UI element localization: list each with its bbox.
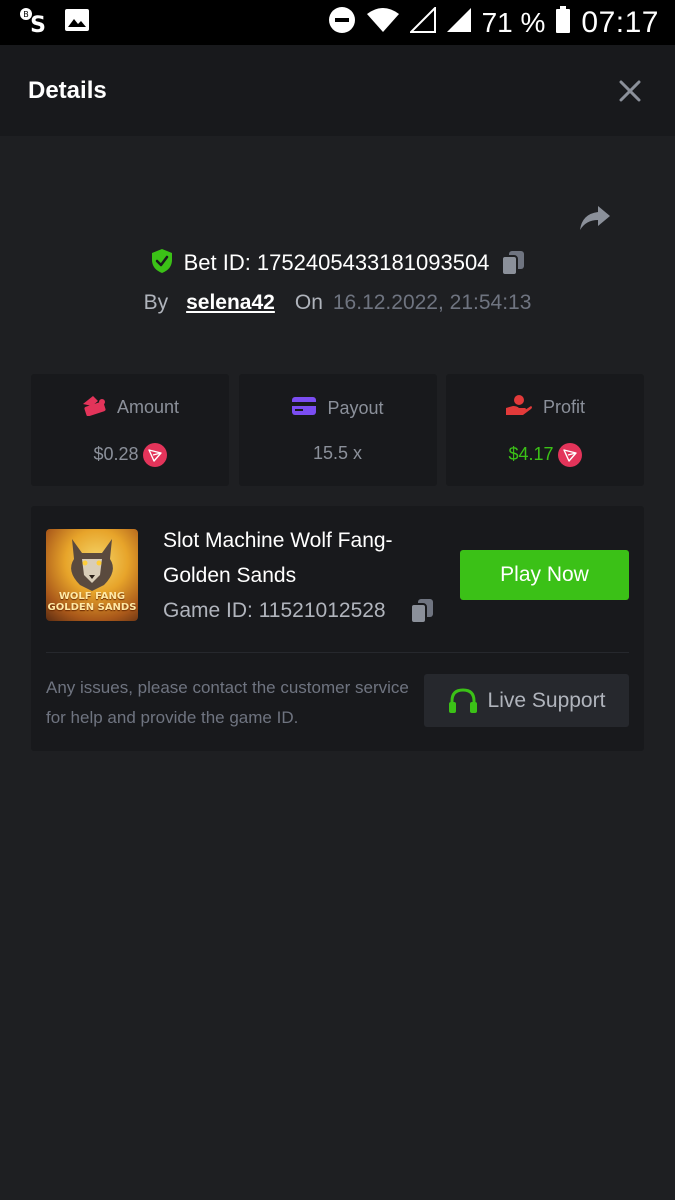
on-label: On <box>294 291 323 314</box>
signal-icon <box>446 7 472 38</box>
live-support-button[interactable]: Live Support <box>424 674 629 727</box>
image-icon <box>64 8 90 37</box>
svg-text:S: S <box>30 13 46 34</box>
user-link[interactable]: selena42 <box>186 291 275 315</box>
game-id: Game ID: 11521012528 <box>163 599 386 622</box>
bet-id: Bet ID: 1752405433181093504 <box>183 250 490 275</box>
battery-percent: 71 % <box>481 6 546 38</box>
thumbnail-title: WOLF FANG GOLDEN SANDS <box>46 591 138 613</box>
bet-id-row: Bet ID: 1752405433181093504 <box>0 246 675 280</box>
play-now-button[interactable]: Play Now <box>460 550 629 600</box>
wifi-icon <box>366 7 400 38</box>
live-support-label: Live Support <box>487 688 606 712</box>
thumbnail-title-line-1: WOLF FANG <box>58 591 126 602</box>
svg-text:B: B <box>23 10 29 19</box>
profit-label: Profit <box>542 396 585 417</box>
battery-icon <box>555 6 571 39</box>
by-label: By <box>143 291 169 314</box>
thumbnail-title-line-2: GOLDEN SANDS <box>47 602 137 613</box>
hand-coin-icon <box>505 394 533 421</box>
stats-row: Amount $0.28 Payout 15.5 x Profit $4.17 <box>31 374 644 486</box>
wallet-icon <box>81 394 107 421</box>
copy-bet-id-button[interactable] <box>501 250 525 276</box>
wolf-artwork <box>71 539 113 591</box>
bet-date: 16.12.2022, 21:54:13 <box>332 291 532 314</box>
profit-value: $4.17 <box>508 444 554 464</box>
clock: 07:17 <box>581 5 659 39</box>
share-button[interactable] <box>578 200 612 234</box>
support-info-text: Any issues, please contact the customer … <box>46 678 409 727</box>
tron-icon <box>142 442 167 467</box>
close-button[interactable] <box>615 76 645 106</box>
bet-meta-row: By selena42 On 16.12.2022, 21:54:13 <box>0 288 675 318</box>
game-title: Slot Machine Wolf Fang-Golden Sands <box>163 529 393 587</box>
share-icon <box>580 206 610 230</box>
bs-app-icon: B S <box>18 6 50 39</box>
headset-icon <box>448 687 477 713</box>
payout-label: Payout <box>327 398 384 418</box>
game-card: WOLF FANG GOLDEN SANDS Slot Machine Wolf… <box>31 506 644 751</box>
game-thumbnail[interactable]: WOLF FANG GOLDEN SANDS <box>46 529 138 621</box>
amount-label: Amount <box>116 396 180 417</box>
copy-icon <box>501 251 525 276</box>
close-icon <box>619 80 641 101</box>
tron-icon <box>557 442 582 467</box>
copy-icon <box>409 599 433 624</box>
game-id-row: Game ID: 11521012528 <box>163 598 434 624</box>
divider <box>46 652 629 653</box>
amount-value: $0.28 <box>93 444 139 464</box>
dnd-icon <box>328 6 356 39</box>
shield-check-icon <box>150 248 174 279</box>
page-title: Details <box>28 76 107 104</box>
details-header: Details <box>0 45 675 136</box>
card-icon <box>291 396 317 421</box>
status-bar: B S 71 % 07:17 <box>0 0 675 45</box>
copy-game-id-button[interactable] <box>409 598 434 624</box>
amount-card: Amount $0.28 <box>31 374 229 486</box>
profit-card: Profit $4.17 <box>446 374 644 486</box>
payout-value: 15.5 x <box>312 443 363 463</box>
payout-card: Payout 15.5 x <box>238 374 437 486</box>
signal-empty-icon <box>408 5 436 38</box>
